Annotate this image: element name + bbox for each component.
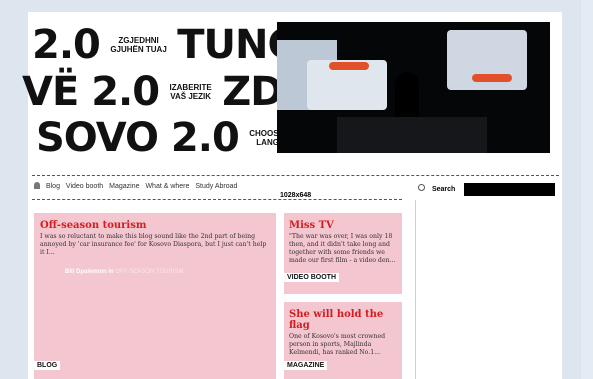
nav-item-study-abroad[interactable]: Study Abroad: [195, 183, 237, 190]
banner-left-text: VË 2.0: [22, 69, 160, 115]
post-category[interactable]: OFF-SEASON TOURISM: [115, 269, 183, 275]
nav-item-magazine[interactable]: Magazine: [109, 183, 139, 190]
post-card-miss-tv[interactable]: Miss TV "The war was over, I was only 18…: [284, 213, 402, 294]
post-title[interactable]: She will hold the flag: [289, 309, 397, 331]
post-card-main[interactable]: Off-season tourism I was so reluctant to…: [34, 213, 276, 379]
search-label: Search: [431, 186, 456, 193]
banner-small-line1: IZABERITE: [169, 83, 212, 92]
nav-item-blog[interactable]: Blog: [46, 183, 60, 190]
header-photo: [277, 22, 550, 153]
banner-left-text: 2.0: [32, 22, 101, 68]
tag-blog[interactable]: BLOG: [34, 361, 61, 370]
window-edge: [581, 0, 593, 379]
banner-left-text: SOVO 2.0: [36, 115, 240, 161]
search-input[interactable]: [464, 183, 555, 196]
divider: [32, 199, 402, 200]
post-excerpt: One of Kosovo's most crowned person in s…: [289, 333, 386, 356]
search-icon: [418, 184, 425, 191]
banner-small-line2: GJUHËN TUAJ: [110, 45, 167, 54]
post-author[interactable]: Blil Dpalemmn: [65, 269, 107, 275]
sidebar-divider: [415, 200, 416, 379]
post-excerpt: I was so reluctant to make this blog sou…: [40, 233, 267, 256]
photo-stage: [337, 117, 487, 153]
nav-item-what-where[interactable]: What & where: [145, 183, 189, 190]
home-icon[interactable]: [34, 182, 40, 189]
search-area: Search: [418, 184, 455, 193]
dimensions-label: 1028x648: [280, 192, 312, 199]
banner-small-line2: VAŠ JEZIK: [170, 92, 212, 101]
post-excerpt: "The war was over, I was only 18 then, a…: [289, 233, 396, 264]
post-title[interactable]: Off-season tourism: [40, 220, 270, 231]
photo-lamp: [329, 62, 369, 70]
tag-video-booth[interactable]: VIDEO BOOTH: [284, 273, 340, 282]
tag-magazine[interactable]: MAGAZINE: [284, 361, 328, 370]
banner-choose-language: IZABERITE VAŠ JEZIK: [170, 83, 212, 101]
byline-joiner: in: [108, 269, 114, 275]
main-nav: Blog Video booth Magazine What & where S…: [34, 182, 241, 196]
banner-small-line1: ZGJEDHNI: [118, 36, 159, 45]
banner-choose-language: ZGJEDHNI GJUHËN TUAJ: [110, 36, 166, 54]
post-title[interactable]: Miss TV: [289, 220, 397, 231]
post-byline: Blil Dpalemmn in OFF-SEASON TOURISM: [65, 269, 184, 275]
post-card-flag[interactable]: She will hold the flag One of Kosovo's m…: [284, 302, 402, 379]
divider: [32, 175, 559, 176]
nav-item-video-booth[interactable]: Video booth: [66, 183, 103, 190]
photo-lamp: [472, 74, 512, 82]
